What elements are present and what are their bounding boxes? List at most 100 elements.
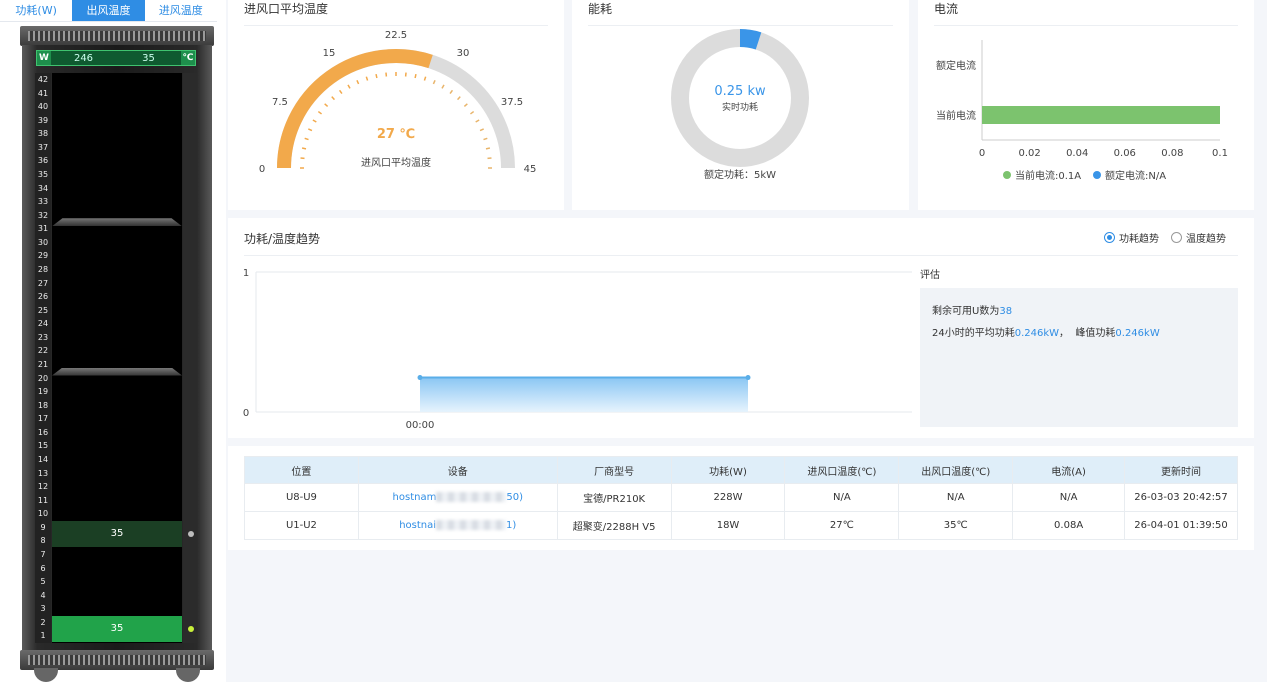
rack-unit-number: 13: [37, 468, 49, 478]
gauge-tick-label: 45: [524, 164, 537, 175]
col-device[interactable]: 设备: [357, 456, 558, 484]
rack-device-2[interactable]: 35: [52, 615, 182, 642]
trend-y-tick: 0: [243, 408, 249, 419]
rack-unit-number: 26: [37, 292, 49, 302]
rack-device-1[interactable]: 35: [52, 520, 182, 547]
current-bar-chart: 额定电流当前电流 0 0.02 0.04 0.06 0.08 0.1: [936, 40, 1228, 159]
trend-title: 功耗/温度趋势: [244, 232, 321, 246]
current-legend-actual: 当前电流:0.1A: [1003, 167, 1081, 182]
gauge-tick-label: 7.5: [272, 97, 288, 108]
col-inlet-temp[interactable]: 进风口温度(℃): [784, 456, 900, 484]
tab-power[interactable]: 功耗(W): [0, 0, 72, 21]
gauge-minor-tick: [365, 76, 369, 81]
gauge-minor-tick: [375, 73, 378, 79]
current-x-tick: 0.06: [1114, 148, 1136, 159]
rack-unit-number: 12: [37, 482, 49, 492]
inlet-temp-card: 进风口平均温度 0 7.5 15 22.5 30 37.5 45 27 ℃ 进风口平均温度: [228, 0, 564, 210]
peak-power-value: 0.246kW: [1115, 328, 1160, 339]
donut-value-text: 0.25 kw: [714, 84, 766, 99]
donut-rated-text: 额定功耗：5kW: [704, 168, 776, 181]
rack-panel: 功耗(W) 出风温度 进风温度 W 246 35 ℃ 42 41 40 39 38 37 3…: [0, 0, 226, 682]
trend-point: [745, 375, 751, 381]
col-outlet-temp[interactable]: 出风口温度(℃): [898, 456, 1014, 484]
radio-power-trend[interactable]: 功耗趋势: [1104, 230, 1159, 245]
rack-unit-number: 15: [37, 441, 49, 451]
current-bar-2: [982, 106, 1220, 124]
gauge-tick-label: 15: [323, 48, 336, 59]
donut-sub-text: 实时功耗: [722, 101, 758, 113]
rack-unit-number: 3: [40, 604, 46, 614]
col-model[interactable]: 厂商型号: [556, 456, 672, 484]
gauge-minor-tick: [312, 119, 317, 123]
rack-unit-number: 6: [40, 563, 46, 573]
radio-temp-label: 温度趋势: [1186, 234, 1226, 245]
trend-radio-group: 功耗趋势 温度趋势: [1092, 230, 1226, 245]
gauge-minor-tick: [463, 103, 468, 107]
rack-unit-number: 11: [37, 495, 49, 505]
rack-unit-number: 1: [40, 631, 46, 641]
cell-inlet-temp: N/A: [784, 483, 900, 512]
assess-remaining: 剩余可用U数为38: [932, 306, 1013, 317]
metric-tabs: 功耗(W) 出风温度 进风温度: [0, 0, 217, 22]
current-category-label: 当前电流: [936, 109, 976, 122]
rack-unit-number: 37: [37, 142, 49, 152]
redacted-text: [436, 520, 507, 530]
rack-unit-number: 36: [37, 156, 49, 166]
assess-panel: 剩余可用U数为38 24小时的平均功耗0.246kW， 峰值功耗0.246kW: [920, 288, 1238, 427]
cell-outlet-temp: 35℃: [898, 511, 1014, 540]
device-link[interactable]: hostnai 1): [357, 511, 558, 540]
gauge-minor-tick: [441, 84, 445, 89]
current-card: 电流 额定电流 当前电流 0 0.02 0.04 0.06 0.08 0.1 当前电流:0.1…: [918, 0, 1254, 210]
gauge-caption: 进风口平均温度: [361, 156, 431, 169]
col-power[interactable]: 功耗(W): [670, 456, 786, 484]
trend-y-tick: 1: [243, 268, 249, 279]
cell-outlet-temp: N/A: [898, 483, 1014, 512]
rack-rail: [183, 73, 197, 643]
rack-unit-number: 14: [37, 454, 49, 464]
col-current[interactable]: 电流(A): [1012, 456, 1126, 484]
rack-unit-numbers: 42 41 40 39 38 37 36 35 34 33 32 31 30 29 28 27 26 25 24 23…: [35, 73, 51, 643]
table-row: U1-U2 hostnai 1) 超聚变/2288H V5 18W 27℃ 35℃…: [244, 511, 1238, 540]
current-x-tick: 0.04: [1066, 148, 1088, 159]
col-update-time[interactable]: 更新时间: [1124, 456, 1238, 484]
rack-unit-number: 19: [37, 387, 49, 397]
gauge-minor-tick: [483, 137, 488, 141]
gauge-minor-tick: [449, 89, 454, 95]
trend-x-tick: 00:00: [406, 420, 435, 431]
rack-unit-number: 39: [37, 115, 49, 125]
trend-area: [420, 377, 748, 412]
tab-outlet-temp[interactable]: 出风温度: [72, 0, 145, 21]
rack-unit-number: 21: [37, 359, 49, 369]
radio-temp-trend[interactable]: 温度趋势: [1171, 230, 1226, 245]
gauge-minor-tick: [347, 84, 351, 89]
rack-unit-number: 9: [40, 522, 46, 532]
rack-readout: W 246 35 ℃: [36, 50, 196, 66]
rack-unit-number: 2: [40, 617, 46, 627]
rack-unit-number: 16: [37, 427, 49, 437]
legend-rated-label: 额定电流:N/A: [1105, 171, 1167, 182]
gauge-minor-tick: [304, 137, 309, 141]
rack-unit-number: 42: [37, 75, 49, 84]
gauge-minor-tick: [331, 96, 335, 101]
rack-unit-number: 33: [37, 197, 49, 207]
gauge-minor-tick: [356, 79, 360, 85]
cell-inlet-temp: 27℃: [784, 511, 900, 540]
rack-unit-number: 32: [37, 210, 49, 220]
gauge-minor-tick: [414, 73, 417, 79]
device-table: 位置 设备 厂商型号 功耗(W) 进风口温度(℃) 出风口温度(℃) 电流(A)…: [244, 456, 1238, 540]
redacted-text: [436, 492, 507, 502]
device-link[interactable]: hostnam 50): [357, 483, 558, 512]
energy-donut: 0.25 kw 实时功耗额定功耗：5kW: [671, 29, 809, 181]
radio-power-label: 功耗趋势: [1119, 234, 1159, 245]
tab-inlet-temp[interactable]: 进风温度: [145, 0, 217, 21]
gauge-value-arc: [277, 49, 433, 169]
gauge-minor-tick: [338, 89, 343, 95]
rack-unit-number: 23: [37, 332, 49, 342]
rack-unit-number: 35: [37, 169, 49, 179]
assess-power: 24小时的平均功耗0.246kW， 峰值功耗0.246kW: [932, 328, 1160, 339]
col-position[interactable]: 位置: [244, 456, 359, 484]
trend-point: [417, 375, 423, 381]
rack-unit-number: 5: [40, 577, 46, 587]
table-row: U8-U9 hostnam 50) 宝德/PR210K 228W N/A N/A …: [244, 483, 1238, 512]
gauge-minor-tick: [475, 119, 480, 123]
